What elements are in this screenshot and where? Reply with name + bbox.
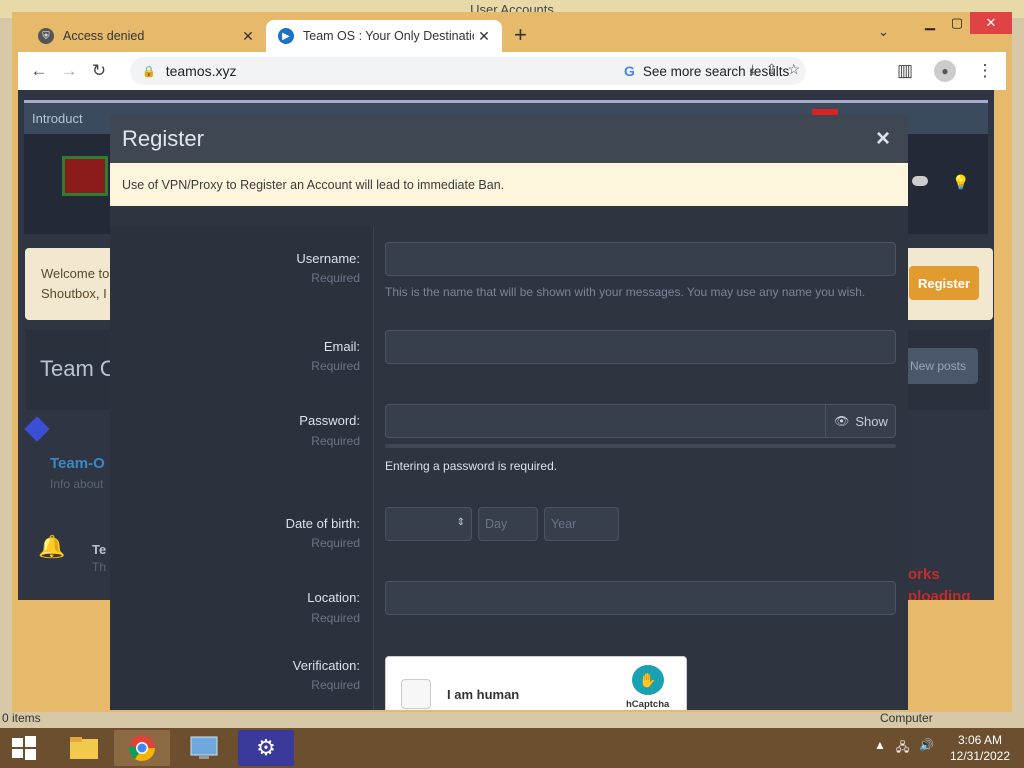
address-bar[interactable]: 🔒 teamos.xyz G See more search results ⤓… [130, 57, 806, 85]
dob-label: Date of birth: [285, 516, 360, 531]
dob-year-input[interactable]: Year [544, 507, 619, 541]
url-text[interactable]: teamos.xyz [166, 63, 237, 79]
username-label: Username: [296, 251, 360, 266]
register-form: Username: Required This is the name that… [110, 227, 908, 710]
username-hint: This is the name that will be shown with… [385, 285, 866, 299]
forward-arrow-icon[interactable]: → [54, 56, 84, 86]
shield-icon: ⛨ [38, 28, 54, 44]
password-required: Required [311, 434, 360, 448]
new-posts-button[interactable]: New posts [898, 348, 978, 384]
side-panel-icon[interactable]: ▥ [890, 56, 920, 86]
tab-access-denied[interactable]: ⛨ Access denied ✕ [26, 20, 266, 52]
modal-title: Register [122, 126, 204, 151]
announcement-subtitle: Th [92, 560, 107, 574]
bell-icon: 🔔 [38, 534, 66, 559]
reload-icon[interactable]: ↻ [84, 56, 114, 86]
install-icon[interactable]: ⤓ [750, 61, 756, 78]
email-required: Required [311, 359, 360, 373]
forum-title: Team O [40, 356, 118, 381]
google-icon: G [624, 63, 635, 79]
captcha-label: I am human [447, 687, 520, 702]
tab-title: Access denied [63, 29, 145, 43]
tab-close-icon[interactable]: ✕ [238, 28, 258, 45]
gifts-logo-image [62, 156, 108, 196]
tab-close-icon[interactable]: ✕ [474, 28, 494, 45]
announcement-title[interactable]: Te [92, 542, 106, 557]
tab-title: Team OS : Your Only Destination [303, 29, 474, 43]
dob-day-input[interactable]: Day [478, 507, 538, 541]
eye-icon: 👁 [834, 414, 850, 428]
explorer-status-items: 0 items [2, 711, 41, 725]
taskbar-clock[interactable]: 3:06 AM 12/31/2022 [940, 732, 1020, 764]
password-strength-bar [385, 444, 896, 448]
username-required: Required [311, 271, 360, 285]
clock-date: 12/31/2022 [949, 749, 1011, 763]
modal-close-icon[interactable]: × [876, 125, 890, 153]
tray-chevron-icon[interactable]: ▲ [874, 738, 886, 759]
hcaptcha-brand[interactable]: hCaptcha [626, 699, 669, 710]
vpn-warning-notice: Use of VPN/Proxy to Register an Account … [110, 163, 908, 206]
new-tab-button[interactable]: + [514, 22, 527, 48]
email-label: Email: [323, 339, 360, 354]
maximize-button[interactable]: ▢ [941, 12, 973, 34]
dob-required: Required [311, 536, 360, 550]
profile-avatar[interactable]: ● [930, 56, 960, 86]
share-icon[interactable]: ⇪ [766, 61, 778, 78]
lightbulb-icon[interactable]: 💡 [952, 174, 969, 191]
promo-text-line1: orks [908, 566, 940, 583]
bookmark-star-icon[interactable]: ☆ [787, 61, 800, 78]
tab-strip: ⛨ Access denied ✕ ▶ Team OS : Your Only … [12, 12, 1012, 52]
tab-team-os[interactable]: ▶ Team OS : Your Only Destination ✕ [266, 20, 502, 52]
captcha-checkbox[interactable] [401, 679, 431, 709]
start-button[interactable] [0, 728, 48, 768]
diamond-icon [24, 416, 50, 442]
hcaptcha-logo-icon: ✋ [632, 665, 664, 695]
welcome-text-line2: Shoutbox, I [41, 286, 107, 301]
email-input[interactable] [385, 330, 896, 364]
form-label-column [110, 227, 373, 710]
back-arrow-icon[interactable]: ← [24, 56, 54, 86]
taskbar: ⚙ ▲ 🖧 🔊 3:06 AM 12/31/2022 [0, 728, 1024, 768]
register-modal: Register × Use of VPN/Proxy to Register … [110, 115, 908, 710]
forum-section-title[interactable]: Team-O [50, 455, 105, 472]
theme-toggle-icon[interactable] [912, 176, 928, 186]
windows-logo-icon [12, 736, 36, 760]
settings-icon[interactable]: ⚙ [238, 730, 294, 766]
register-button[interactable]: Register [909, 266, 979, 300]
team-os-logo-icon: ▶ [278, 28, 294, 44]
show-password-button[interactable]: 👁 Show [825, 404, 896, 438]
dob-month-select[interactable]: ⇕ [385, 507, 472, 541]
volume-icon[interactable]: 🔊 [919, 738, 934, 759]
chrome-icon[interactable] [114, 730, 170, 766]
browser-toolbar: ← → ↻ 🔒 teamos.xyz G See more search res… [18, 52, 1006, 90]
network-icon[interactable]: 🖧 [896, 738, 909, 759]
welcome-text-line1: Welcome to [41, 266, 110, 281]
clock-time: 3:06 AM [957, 733, 1003, 747]
password-error: Entering a password is required. [385, 459, 558, 473]
forum-section-subtitle: Info about [50, 477, 104, 491]
lock-icon[interactable]: 🔒 [142, 65, 156, 78]
password-input[interactable] [385, 404, 896, 438]
window-close-button[interactable]: ✕ [970, 12, 1012, 34]
system-tray: ▲ 🖧 🔊 [874, 738, 934, 759]
explorer-status-computer: Computer [880, 711, 933, 725]
show-password-label: Show [855, 413, 888, 429]
username-input[interactable] [385, 242, 896, 276]
person-icon: ● [934, 60, 956, 82]
menu-kebab-icon[interactable]: ⋮ [970, 56, 1000, 86]
promo-text-line2: ploading [908, 588, 971, 600]
verification-required: Required [311, 678, 360, 692]
tab-search-chevron-icon[interactable]: ⌄ [878, 24, 889, 40]
modal-header: Register × [110, 115, 908, 163]
location-required: Required [311, 611, 360, 625]
password-label: Password: [299, 413, 360, 428]
verification-label: Verification: [292, 658, 360, 673]
location-label: Location: [307, 590, 360, 605]
nav-item-introductions[interactable]: Introduct [32, 111, 83, 126]
hcaptcha-widget: I am human ✋ hCaptcha [385, 656, 687, 710]
file-explorer-icon[interactable] [56, 730, 112, 766]
select-arrows-icon: ⇕ [456, 517, 465, 528]
location-input[interactable] [385, 581, 896, 615]
control-panel-icon[interactable] [176, 730, 232, 766]
